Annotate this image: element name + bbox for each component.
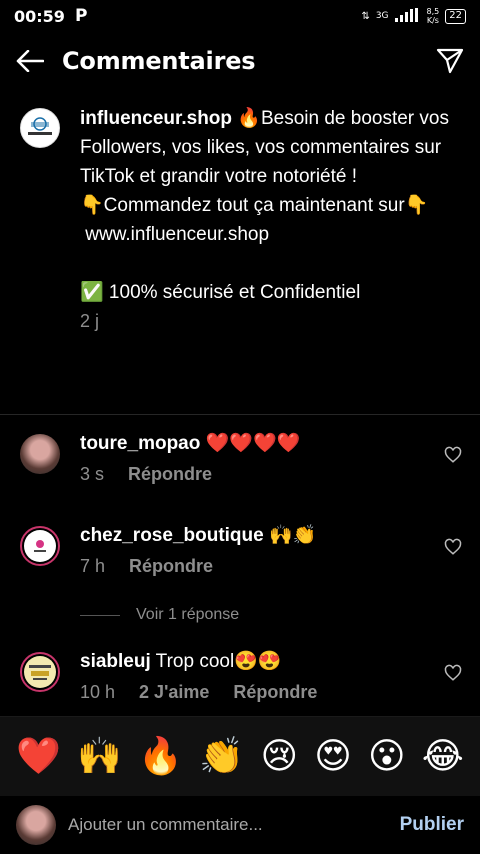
avatar[interactable] (20, 434, 60, 474)
comment-username[interactable]: toure_mopao (80, 433, 200, 454)
emoji-fire[interactable]: 🔥 (138, 736, 183, 777)
app-notification-icon: P (74, 6, 88, 26)
caption-timestamp: 2 j (80, 311, 100, 331)
likes-count[interactable]: 2 J'aime (139, 682, 209, 703)
back-arrow-icon[interactable] (14, 45, 46, 77)
publish-button[interactable]: Publier (400, 814, 464, 836)
emoji-clapping[interactable]: 👏 (199, 736, 244, 777)
comment-text: ❤️❤️❤️❤️ (200, 433, 301, 454)
view-replies-label: Voir 1 réponse (136, 606, 240, 623)
reply-button[interactable]: Répondre (129, 556, 213, 577)
post-caption: influenceur.shop 🔥Besoin de booster vos … (0, 104, 480, 332)
battery-icon: 22 (445, 8, 466, 24)
comment-body: chez_rose_boutique 🙌👏 7 h Répondre (80, 524, 420, 577)
avatar[interactable] (20, 652, 60, 692)
emoji-heart-eyes[interactable]: 😍 (314, 736, 352, 777)
header: Commentaires (0, 38, 480, 84)
comment-timestamp: 7 h (80, 556, 106, 576)
comment-composer: Ajouter un commentaire... Publier (0, 796, 480, 854)
view-replies-toggle[interactable]: Voir 1 réponse (80, 606, 239, 624)
comment-body: toure_mopao ❤️❤️❤️❤️ 3 s Répondre (80, 432, 420, 485)
heart-icon[interactable] (444, 538, 462, 556)
reply-button[interactable]: Répondre (128, 464, 212, 485)
emoji-raising-hands[interactable]: 🙌 (77, 736, 122, 777)
comment-text: 🙌👏 (263, 525, 317, 546)
avatar[interactable] (20, 526, 60, 566)
comment-text: Trop cool😍😍 (150, 651, 282, 672)
network-speed: 8,5 K/s (426, 7, 440, 25)
send-icon[interactable] (434, 45, 466, 77)
emoji-tears-of-joy[interactable]: 😂 (422, 736, 464, 777)
avatar[interactable] (20, 108, 60, 148)
comment-input[interactable]: Ajouter un commentaire... (68, 815, 400, 835)
emoji-crying[interactable]: 😢 (260, 736, 298, 777)
heart-icon[interactable] (444, 446, 462, 464)
network-type: 3G (375, 11, 389, 21)
emoji-surprised[interactable]: 😮 (368, 736, 406, 777)
comment-timestamp: 10 h (80, 682, 116, 702)
page-title: Commentaires (62, 47, 256, 75)
comment-timestamp: 3 s (80, 464, 105, 484)
caption-username[interactable]: influenceur.shop (80, 108, 232, 129)
avatar (16, 805, 56, 845)
data-transfer-icon: ⇅ (361, 10, 370, 22)
heart-icon[interactable] (444, 664, 462, 682)
comment-username[interactable]: chez_rose_boutique (80, 525, 264, 546)
emoji-heart[interactable]: ❤️ (16, 736, 61, 777)
comment-username[interactable]: siableuj (80, 651, 151, 672)
status-bar: 00:59 P ⇅ 3G 8,5 K/s 22 (0, 0, 480, 32)
reply-button[interactable]: Répondre (233, 682, 317, 703)
caption-body: 🔥Besoin de booster vos Followers, vos li… (80, 108, 449, 303)
signal-icon (394, 7, 421, 25)
divider (0, 414, 480, 415)
caption-text: influenceur.shop 🔥Besoin de booster vos … (80, 104, 460, 307)
status-time: 00:59 (14, 6, 65, 26)
comment-body: siableuj Trop cool😍😍 10 h 2 J'aime Répon… (80, 650, 420, 703)
status-indicators: ⇅ 3G 8,5 K/s 22 (361, 7, 466, 25)
emoji-reaction-bar: ❤️ 🙌 🔥 👏 😢 😍 😮 😂 (0, 716, 480, 796)
replies-line (80, 614, 120, 616)
